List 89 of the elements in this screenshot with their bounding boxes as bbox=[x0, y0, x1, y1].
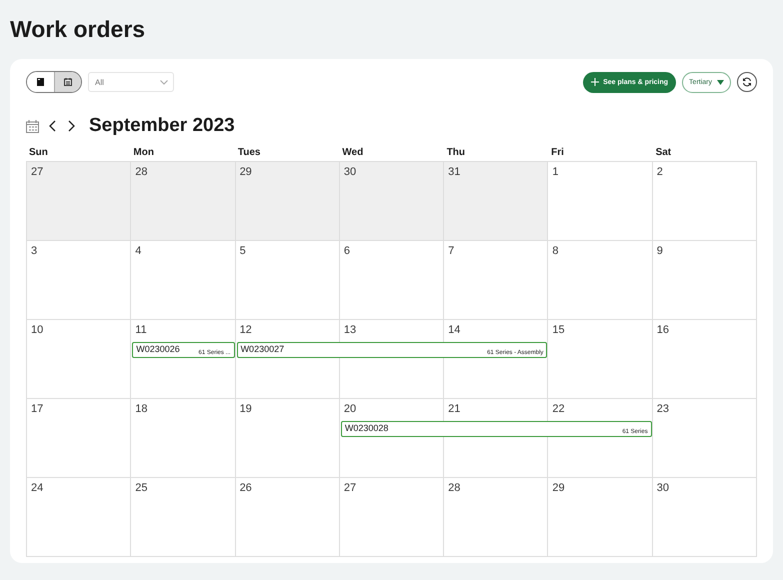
day-cell[interactable]: 29 bbox=[236, 162, 340, 241]
plus-icon bbox=[591, 78, 600, 86]
day-number: 12 bbox=[238, 323, 253, 338]
calendar-icon bbox=[64, 78, 72, 86]
day-cell[interactable]: 23 bbox=[652, 399, 757, 478]
day-number: 28 bbox=[134, 165, 149, 180]
day-number: 31 bbox=[447, 165, 462, 180]
day-cell[interactable]: 1 bbox=[548, 162, 653, 241]
day-number: 25 bbox=[134, 481, 149, 496]
weekday-header: Fri bbox=[550, 147, 565, 160]
weekday-header: Wed bbox=[341, 147, 364, 160]
previous-month-button[interactable] bbox=[47, 118, 58, 134]
day-number: 17 bbox=[30, 402, 44, 417]
caret-icon bbox=[717, 80, 724, 84]
day-cell[interactable]: 28 bbox=[131, 162, 236, 241]
refresh-button[interactable] bbox=[737, 72, 757, 92]
day-number: 27 bbox=[342, 481, 358, 496]
next-month-button[interactable] bbox=[66, 118, 77, 134]
day-number: 3 bbox=[30, 244, 38, 259]
day-number: 29 bbox=[551, 481, 566, 496]
day-cell[interactable]: 27 bbox=[340, 478, 444, 557]
chevron-left-icon bbox=[49, 120, 56, 132]
filter-dropdown[interactable]: All bbox=[88, 72, 174, 92]
day-number: 9 bbox=[656, 244, 664, 259]
weekday-header: Sun bbox=[28, 147, 49, 160]
day-cell[interactable]: 3 bbox=[27, 241, 132, 320]
view-toggle-button[interactable] bbox=[54, 72, 81, 92]
day-cell[interactable]: 30 bbox=[340, 162, 444, 241]
day-number: 23 bbox=[656, 402, 670, 417]
day-cell[interactable]: 18 bbox=[131, 399, 236, 478]
day-cell[interactable]: 9 bbox=[652, 241, 757, 320]
day-number: 18 bbox=[134, 402, 149, 417]
day-cell[interactable]: 19 bbox=[236, 399, 340, 478]
chevron-right-icon bbox=[68, 120, 75, 132]
day-number: 20 bbox=[342, 402, 358, 417]
day-cell[interactable]: 15 bbox=[548, 320, 653, 399]
day-number: 8 bbox=[551, 244, 560, 259]
day-number: 26 bbox=[238, 481, 253, 496]
refresh-icon bbox=[742, 77, 752, 87]
day-cell[interactable]: 26 bbox=[236, 478, 340, 557]
day-cell[interactable]: 30 bbox=[652, 478, 757, 557]
day-number: 24 bbox=[30, 481, 44, 496]
weekday-header: Thu bbox=[446, 147, 466, 160]
day-number: 1 bbox=[551, 165, 560, 180]
day-cell[interactable]: 10 bbox=[27, 320, 132, 399]
day-cell[interactable]: 29 bbox=[548, 478, 653, 557]
work-order-code: W0230028 bbox=[344, 423, 388, 433]
document-icon bbox=[37, 78, 44, 86]
weekday-header: Tues bbox=[236, 147, 262, 160]
day-cell[interactable]: 28 bbox=[444, 478, 548, 557]
day-number: 2 bbox=[656, 165, 664, 180]
day-cell[interactable]: 25 bbox=[131, 478, 236, 557]
day-cell[interactable]: 8 bbox=[548, 241, 653, 320]
day-number: 6 bbox=[342, 244, 351, 259]
month-title: September 2023 bbox=[89, 115, 235, 137]
day-number: 19 bbox=[238, 402, 253, 417]
work-order-code: W0230026 bbox=[136, 344, 180, 354]
day-number: 29 bbox=[238, 165, 253, 180]
day-number: 4 bbox=[134, 244, 142, 259]
day-number: 7 bbox=[447, 244, 456, 259]
calendar-icon[interactable] bbox=[26, 120, 39, 132]
day-cell[interactable]: 4 bbox=[131, 241, 236, 320]
page-title: Work orders bbox=[9, 15, 146, 44]
day-cell[interactable]: 6 bbox=[340, 241, 444, 320]
day-number: 11 bbox=[134, 323, 148, 338]
day-cell[interactable]: 24 bbox=[27, 478, 132, 557]
day-cell[interactable]: 16 bbox=[652, 320, 757, 399]
weekday-header: Sat bbox=[654, 147, 672, 160]
day-number: 14 bbox=[447, 323, 462, 338]
day-cell[interactable]: 5 bbox=[236, 241, 340, 320]
day-cell[interactable]: 7 bbox=[444, 241, 548, 320]
day-number: 27 bbox=[30, 165, 44, 180]
day-number: 30 bbox=[656, 481, 670, 496]
day-number: 30 bbox=[342, 165, 358, 180]
day-cell[interactable]: 2 bbox=[652, 162, 757, 241]
day-cell[interactable]: 27 bbox=[27, 162, 132, 241]
day-number: 15 bbox=[551, 323, 566, 338]
day-number: 22 bbox=[551, 402, 566, 417]
day-number: 13 bbox=[342, 323, 358, 338]
day-number: 5 bbox=[238, 244, 247, 259]
day-number: 10 bbox=[30, 323, 44, 338]
day-number: 21 bbox=[447, 402, 462, 417]
weekday-header: Mon bbox=[132, 147, 155, 160]
chevron-down-icon bbox=[160, 80, 168, 84]
day-cell[interactable]: 17 bbox=[27, 399, 132, 478]
day-cell[interactable]: 31 bbox=[444, 162, 548, 241]
work-order-code: W0230027 bbox=[240, 344, 284, 354]
day-number: 28 bbox=[447, 481, 462, 496]
day-number: 16 bbox=[656, 323, 670, 338]
